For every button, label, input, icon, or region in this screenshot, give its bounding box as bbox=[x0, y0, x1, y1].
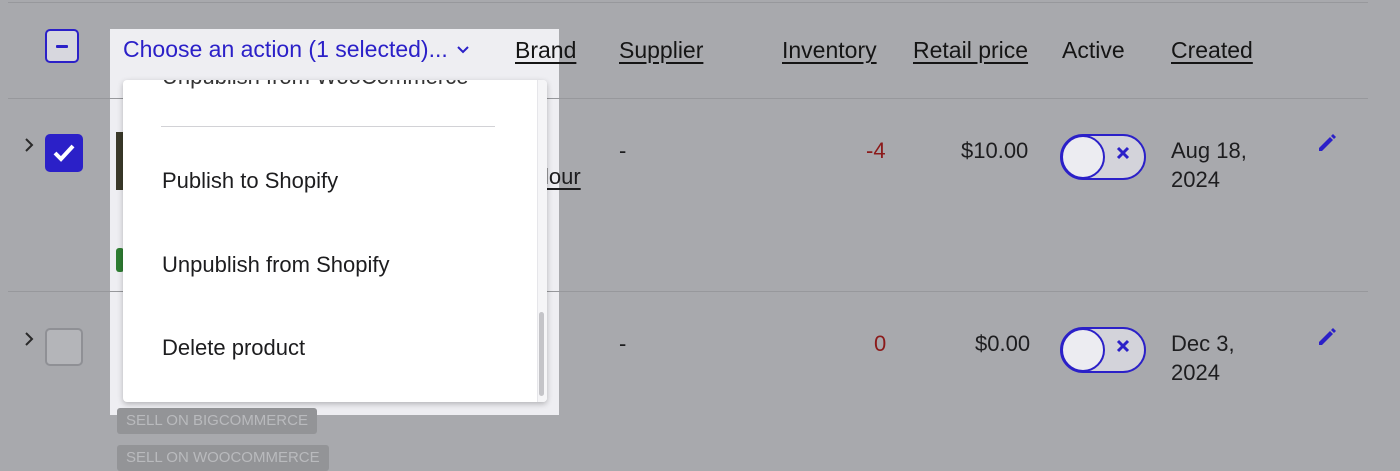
sales-channel-badge: SELL ON BIGCOMMERCE bbox=[117, 408, 317, 434]
menu-item-publish-shopify[interactable]: Publish to Shopify bbox=[162, 168, 338, 194]
row-checkbox[interactable] bbox=[45, 328, 83, 366]
active-toggle[interactable] bbox=[1060, 327, 1146, 373]
sales-channel-badge: SELL ON WOOCOMMERCE bbox=[117, 445, 329, 471]
created-year-line: 2024 bbox=[1171, 360, 1220, 385]
menu-item-unpublish-shopify[interactable]: Unpublish from Shopify bbox=[162, 252, 389, 278]
expand-row-icon[interactable] bbox=[24, 330, 34, 353]
column-header-created[interactable]: Created bbox=[1171, 37, 1253, 64]
select-all-checkbox[interactable] bbox=[45, 29, 79, 63]
inventory-value: -4 bbox=[866, 138, 886, 163]
inventory-value: 0 bbox=[874, 331, 887, 356]
menu-item-unpublish-woocommerce[interactable]: Unpublish from WooCommerce bbox=[162, 80, 468, 90]
retail-price-value: $10.00 bbox=[961, 138, 1029, 163]
retail-price-value: $0.00 bbox=[975, 331, 1031, 356]
action-menu: Unpublish from WooCommerce Publish to Sh… bbox=[123, 80, 547, 402]
checkmark-icon bbox=[53, 144, 75, 162]
chevron-down-icon bbox=[456, 34, 470, 61]
close-icon bbox=[1116, 146, 1130, 160]
column-header-supplier[interactable]: Supplier bbox=[619, 37, 703, 64]
edit-pencil-icon[interactable] bbox=[1316, 132, 1338, 159]
active-toggle[interactable] bbox=[1060, 134, 1146, 180]
table-top-border bbox=[8, 2, 1368, 3]
brand-link[interactable]: lour bbox=[544, 164, 581, 190]
created-date-line: Dec 3, bbox=[1171, 331, 1235, 356]
edit-pencil-icon[interactable] bbox=[1316, 326, 1338, 353]
created-date: Aug 18, 2024 bbox=[1171, 136, 1247, 194]
supplier-value: - bbox=[619, 331, 627, 356]
menu-item-delete-product[interactable]: Delete product bbox=[162, 335, 305, 361]
toggle-knob bbox=[1061, 135, 1105, 179]
created-date: Dec 3, 2024 bbox=[1171, 329, 1235, 387]
column-header-brand[interactable]: Brand bbox=[515, 37, 576, 64]
expand-row-icon[interactable] bbox=[24, 136, 34, 159]
created-year-line: 2024 bbox=[1171, 167, 1220, 192]
bulk-action-dropdown[interactable]: Choose an action (1 selected)... bbox=[123, 33, 470, 65]
supplier-value: - bbox=[619, 138, 627, 163]
column-header-active: Active bbox=[1062, 37, 1125, 63]
menu-scrollbar-thumb[interactable] bbox=[539, 312, 544, 396]
column-header-retail-price[interactable]: Retail price bbox=[913, 37, 1028, 64]
minus-icon bbox=[56, 44, 68, 48]
created-date-line: Aug 18, bbox=[1171, 138, 1247, 163]
close-icon bbox=[1116, 339, 1130, 353]
bulk-action-label: Choose an action (1 selected)... bbox=[123, 35, 448, 62]
menu-divider bbox=[161, 126, 495, 127]
column-header-inventory[interactable]: Inventory bbox=[782, 37, 877, 64]
toggle-knob bbox=[1061, 328, 1105, 372]
row-checkbox[interactable] bbox=[45, 134, 83, 172]
